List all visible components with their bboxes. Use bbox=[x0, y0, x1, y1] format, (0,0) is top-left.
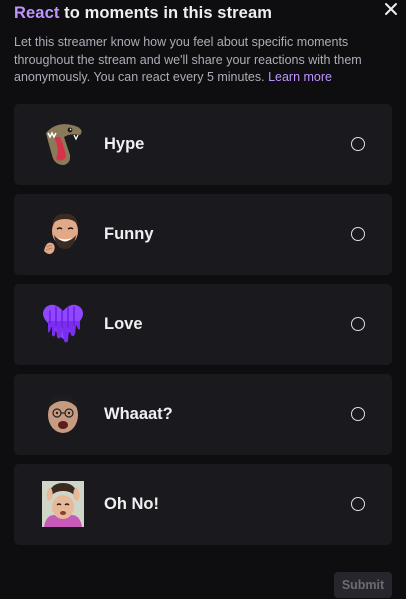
radio-whaaat[interactable] bbox=[351, 407, 365, 421]
submit-button[interactable]: Submit bbox=[334, 572, 392, 598]
radio-oh-no[interactable] bbox=[351, 497, 365, 511]
reaction-option-love[interactable]: Love bbox=[14, 284, 392, 365]
radio-hype[interactable] bbox=[351, 137, 365, 151]
panel-title: React to moments in this stream bbox=[14, 2, 374, 24]
reaction-label: Hype bbox=[104, 135, 145, 153]
react-panel: React to moments in this stream Let this… bbox=[0, 0, 406, 599]
funny-emote-icon bbox=[44, 213, 78, 254]
description: Let this streamer know how you feel abou… bbox=[14, 34, 394, 87]
oh-no-emote-icon bbox=[42, 481, 84, 527]
reaction-options: Hype Funny Love Whaaat? Oh No! bbox=[14, 104, 392, 554]
reaction-option-hype[interactable]: Hype bbox=[14, 104, 392, 185]
title-rest: to moments in this stream bbox=[59, 4, 273, 22]
reaction-label: Funny bbox=[104, 225, 154, 243]
love-emote-icon bbox=[43, 304, 83, 343]
radio-love[interactable] bbox=[351, 317, 365, 331]
reaction-label: Oh No! bbox=[104, 495, 159, 513]
learn-more-link[interactable]: Learn more bbox=[268, 70, 332, 84]
reaction-option-oh-no[interactable]: Oh No! bbox=[14, 464, 392, 545]
radio-funny[interactable] bbox=[351, 227, 365, 241]
hype-emote-icon bbox=[46, 124, 82, 165]
whaaat-emote-icon bbox=[48, 395, 78, 433]
reaction-option-whaaat[interactable]: Whaaat? bbox=[14, 374, 392, 455]
close-icon[interactable] bbox=[382, 0, 400, 18]
reaction-label: Whaaat? bbox=[104, 405, 173, 423]
reaction-option-funny[interactable]: Funny bbox=[14, 194, 392, 275]
reaction-label: Love bbox=[104, 315, 143, 333]
title-accent: React bbox=[14, 4, 60, 22]
